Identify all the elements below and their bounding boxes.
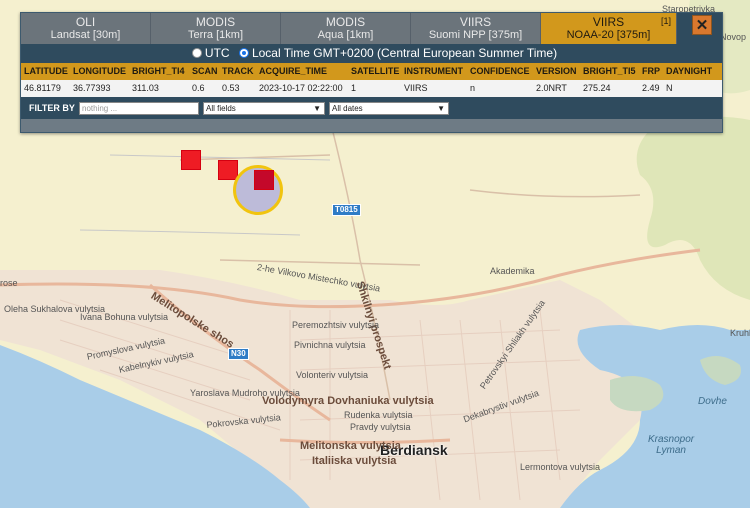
place-label-dovhe: Dovhe xyxy=(698,396,727,407)
panel-footer xyxy=(21,119,722,132)
tab-viirs-suomi-npp[interactable]: VIIRS Suomi NPP [375m] xyxy=(411,13,541,44)
column-header[interactable]: LATITUDE xyxy=(21,63,70,80)
place-label-rose: rose xyxy=(0,278,18,288)
field-select[interactable]: All fields ▼ xyxy=(203,102,325,115)
road-shield-t0815: T0815 xyxy=(332,204,361,216)
table-cell: 311.03 xyxy=(132,83,159,93)
column-header[interactable]: LONGITUDE xyxy=(70,63,129,80)
road-label-volonteriv: Volonteriv vulytsia xyxy=(296,370,369,380)
road-label-rudenka: Rudenka vulytsia xyxy=(344,410,413,420)
column-header[interactable]: SCAN xyxy=(189,63,219,80)
filter-text-input[interactable]: nothing ... xyxy=(79,102,199,115)
tab-title: VIIRS xyxy=(459,15,492,29)
road-shield-n30: N30 xyxy=(228,348,249,360)
place-label-krasnopor-lyman: Krasnopor Lyman xyxy=(648,434,695,456)
date-select[interactable]: All dates ▼ xyxy=(329,102,449,115)
table-cell: VIIRS xyxy=(404,83,428,93)
tab-modis-aqua[interactable]: MODIS Aqua [1km] xyxy=(281,13,411,44)
road-label-ivana: Ivana Bohuna vulytsia xyxy=(80,312,169,322)
utc-radio[interactable] xyxy=(191,48,202,58)
table-cell: 0.53 xyxy=(222,83,240,93)
column-header[interactable]: DAYNIGHT xyxy=(663,63,722,80)
column-header[interactable]: ACQUIRE_TIME xyxy=(256,63,348,80)
field-select-value: All fields xyxy=(206,104,236,113)
date-select-value: All dates xyxy=(332,104,363,113)
table-cell: 2.49 xyxy=(642,83,660,93)
tab-title: VIIRS xyxy=(592,15,625,29)
table-cell: 0.6 xyxy=(192,83,205,93)
local-time-radio[interactable] xyxy=(238,48,249,58)
tab-oli-landsat[interactable]: OLI Landsat [30m] xyxy=(21,13,151,44)
road-label-yaroslava: Yaroslava Mudroho vulytsia xyxy=(190,388,300,398)
table-cell: 1 xyxy=(351,83,357,93)
chevron-down-icon: ▼ xyxy=(313,104,321,113)
table-cell: 2023-10-17 02:22:00 xyxy=(259,83,343,93)
table-cell: 46.81179 xyxy=(24,83,61,93)
chevron-down-icon: ▼ xyxy=(437,104,445,113)
fire-detection-marker[interactable] xyxy=(181,150,201,170)
close-button[interactable]: ✕ xyxy=(692,15,712,35)
timezone-selector: UTC Local Time GMT+0200 (Central Europea… xyxy=(21,45,722,62)
column-header[interactable]: SATELLITE xyxy=(348,63,401,80)
fire-detection-marker[interactable] xyxy=(218,160,238,180)
column-header[interactable]: INSTRUMENT xyxy=(401,63,467,80)
tab-title: OLI xyxy=(75,15,96,29)
column-header[interactable]: BRIGHT_TI4 xyxy=(129,63,189,80)
table-cell: 36.77393 xyxy=(73,83,111,93)
tab-subtitle: NOAA-20 [375m] xyxy=(566,29,651,41)
table-header: LATITUDE LONGITUDE BRIGHT_TI4 SCAN TRACK… xyxy=(21,63,722,80)
table-cell: 275.24 xyxy=(583,83,611,93)
column-header[interactable]: CONFIDENCE xyxy=(467,63,533,80)
utc-label: UTC xyxy=(204,46,230,60)
column-header[interactable]: VERSION xyxy=(533,63,580,80)
road-label-akademika: Akademika xyxy=(490,266,535,276)
road-label-italiiska: Italiiska vulytsia xyxy=(312,455,397,467)
filter-bar: FILTER BY nothing ... All fields ▼ All d… xyxy=(21,98,722,118)
tab-modis-terra[interactable]: MODIS Terra [1km] xyxy=(151,13,281,44)
road-label-melitonska: Melitonska vulytsia xyxy=(300,440,401,452)
place-label-novop: Novop xyxy=(720,32,747,42)
tab-subtitle: Landsat [30m] xyxy=(50,29,121,41)
table-cell: 2.0NRT xyxy=(536,83,567,93)
tab-viirs-noaa20[interactable]: [1] VIIRS NOAA-20 [375m] xyxy=(541,13,677,44)
tab-title: MODIS xyxy=(195,15,236,29)
road-label-pivnichna: Pivnichna vulytsia xyxy=(294,340,366,350)
table-cell: n xyxy=(470,83,476,93)
road-label-pravdy: Pravdy vulytsia xyxy=(350,422,411,432)
close-icon: ✕ xyxy=(695,17,709,34)
column-header[interactable]: TRACK xyxy=(219,63,256,80)
table-cell: N xyxy=(666,83,673,93)
road-label-lermontova: Lermontova vulytsia xyxy=(520,462,601,472)
tab-subtitle: Aqua [1km] xyxy=(317,29,374,41)
table-row[interactable]: 46.81179 36.77393 311.03 0.6 0.53 2023-1… xyxy=(21,80,722,97)
selected-fire-detection-marker[interactable] xyxy=(254,170,274,190)
local-time-label: Local Time GMT+0200 (Central European Su… xyxy=(251,46,558,60)
tab-subtitle: Suomi NPP [375m] xyxy=(428,29,523,41)
tab-count-badge: [1] xyxy=(660,16,671,26)
tab-subtitle: Terra [1km] xyxy=(187,29,243,41)
fire-info-panel: OLI Landsat [30m] MODIS Terra [1km] MODI… xyxy=(20,12,723,133)
satellite-tabs: OLI Landsat [30m] MODIS Terra [1km] MODI… xyxy=(21,13,677,44)
column-header[interactable]: FRP xyxy=(639,63,663,80)
tab-title: MODIS xyxy=(325,15,366,29)
column-header[interactable]: BRIGHT_TI5 xyxy=(580,63,639,80)
filter-label: FILTER BY xyxy=(29,103,75,113)
place-label-kruhl: Kruhl xyxy=(730,328,750,338)
road-label-peremozhtsiv: Peremozhtsiv vulytsia xyxy=(292,320,380,330)
